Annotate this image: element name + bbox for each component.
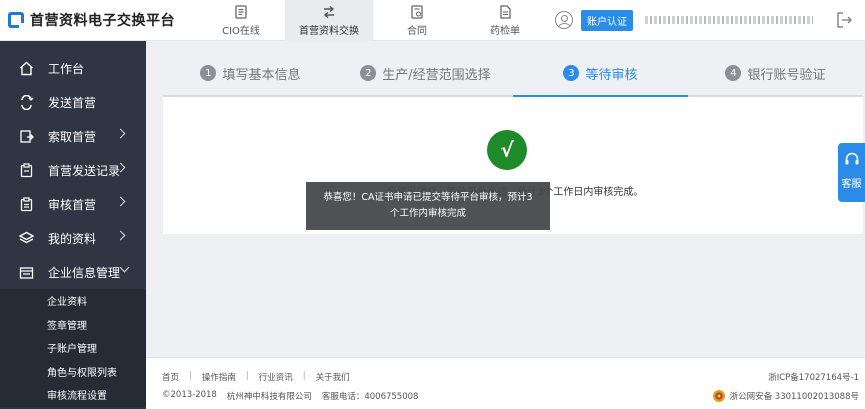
step-number: 2 <box>360 65 377 81</box>
document-icon <box>234 4 248 19</box>
audit-icon <box>18 196 34 212</box>
submenu-item-signature[interactable]: 签章管理 <box>0 313 146 337</box>
chevron-right-icon <box>115 230 126 241</box>
sidebar-item-request[interactable]: 索取首营 <box>0 119 146 153</box>
footer-links: 首页 | 操作指南 | 行业资讯 | 关于我们 <box>162 371 350 383</box>
top-nav: CIO在线 首营资料交换 合同 药检单 <box>197 0 549 41</box>
customer-service-label: 客服 <box>841 179 862 190</box>
footer-link-about[interactable]: 关于我们 <box>316 371 350 383</box>
user-avatar-icon[interactable] <box>555 11 573 29</box>
home-icon <box>18 60 34 76</box>
account-auth-button[interactable]: 账户认证 <box>581 9 633 31</box>
icp-record[interactable]: 浙ICP备17027164号-1 <box>768 371 859 383</box>
logo-text: 首营资料电子交换平台 <box>30 13 175 29</box>
footer: 首页 | 操作指南 | 行业资讯 | 关于我们 ©2013-2018 杭州神中科… <box>146 357 865 409</box>
chevron-down-icon <box>119 262 130 273</box>
submenu-item-roles[interactable]: 角色与权限列表 <box>0 360 146 384</box>
step-number: 3 <box>563 65 580 81</box>
customer-service-tab[interactable]: 客服 <box>838 143 865 202</box>
exchange-arrows-icon <box>322 5 336 19</box>
nav-label: 首营资料交换 <box>299 25 359 37</box>
user-area: 账户认证 <box>555 9 813 31</box>
step-basic-info: 1 填写基本信息 <box>163 51 338 97</box>
nav-contract[interactable]: 合同 <box>373 0 461 41</box>
toast-line: 个工作内审核完成 <box>389 208 466 219</box>
footer-copyright: ©2013-2018 杭州神中科技有限公司 客服电话：4006755008 <box>162 390 418 402</box>
step-label: 等待审核 <box>585 67 638 83</box>
footer-link-home[interactable]: 首页 <box>162 371 179 383</box>
nav-first-exchange[interactable]: 首营资料交换 <box>285 0 373 41</box>
sidebar-item-workbench[interactable]: 工作台 <box>0 51 146 85</box>
footer-separator: | <box>302 371 306 381</box>
logo[interactable]: 首营资料电子交换平台 <box>8 9 175 31</box>
step-scope-select: 2 生产/经营范围选择 <box>338 51 513 97</box>
nav-drug-report[interactable]: 药检单 <box>461 0 549 41</box>
sidebar-item-my-data[interactable]: 我的资料 <box>0 221 146 255</box>
layers-icon <box>18 230 34 246</box>
sidebar-item-send-record[interactable]: 首营发送记录 <box>0 153 146 187</box>
copyright-years: ©2013-2018 <box>162 390 217 400</box>
top-header: 首营资料电子交换平台 CIO在线 首营资料交换 合同 药检单 账户认证 <box>0 0 865 41</box>
enterprise-icon <box>18 264 34 280</box>
company-name: 杭州神中科技有限公司 <box>226 392 312 402</box>
contract-icon <box>410 4 424 19</box>
submenu-item-enterprise-data[interactable]: 企业资料 <box>0 289 146 313</box>
nav-label: 合同 <box>407 25 427 37</box>
sidebar-item-audit[interactable]: 审核首营 <box>0 187 146 221</box>
sidebar-item-label: 首营发送记录 <box>48 163 121 178</box>
sidebar-item-label: 我的资料 <box>48 231 97 246</box>
sidebar-item-label: 发送首营 <box>48 95 97 110</box>
footer-link-guide[interactable]: 操作指南 <box>202 371 236 383</box>
step-label: 银行账号验证 <box>747 67 826 83</box>
sidebar-item-enterprise[interactable]: 企业信息管理 <box>0 255 146 289</box>
step-bank-verify: 4 银行账号验证 <box>688 51 863 97</box>
police-record[interactable]: 浙公网安备 33011002013088号 <box>712 389 859 403</box>
police-record-text: 浙公网安备 33011002013088号 <box>729 392 859 402</box>
submenu-item-audit-flow[interactable]: 审核流程设置 <box>0 383 146 407</box>
logo-mark-icon <box>8 12 25 29</box>
nav-cio-online[interactable]: CIO在线 <box>197 0 285 41</box>
sidebar-item-label: 审核首营 <box>48 197 97 212</box>
step-wait-audit: 3 等待审核 <box>513 51 688 97</box>
request-icon <box>18 128 34 144</box>
headset-icon <box>844 151 860 167</box>
footer-separator: | <box>245 371 249 381</box>
step-indicator: 1 填写基本信息 2 生产/经营范围选择 3 等待审核 4 银行账号验证 <box>163 51 863 97</box>
step-number: 4 <box>725 65 742 81</box>
chevron-right-icon <box>115 128 126 139</box>
report-icon <box>498 4 512 19</box>
record-icon <box>18 162 34 178</box>
toast-line: 恭喜您！CA证书申请已提交等待平台审核，预计3 <box>323 192 533 203</box>
submenu-item-sub-accounts[interactable]: 子账户管理 <box>0 336 146 360</box>
step-label: 生产/经营范围选择 <box>382 67 491 83</box>
sidebar-item-label: 企业信息管理 <box>48 265 121 280</box>
service-phone: 客服电话：4006755008 <box>321 392 419 402</box>
footer-link-news[interactable]: 行业资讯 <box>259 371 293 383</box>
success-check-icon: √ <box>487 130 527 170</box>
user-name-redacted <box>645 16 813 24</box>
chevron-right-icon <box>115 196 126 207</box>
sidebar: 工作台 发送首营 索取首营 首营发送记录 审核首营 我的资料 企业信息管理 企业… <box>0 41 146 409</box>
send-icon <box>18 94 34 110</box>
nav-label: CIO在线 <box>222 25 260 37</box>
toast-message: 恭喜您！CA证书申请已提交等待平台审核，预计3 个工作内审核完成 <box>306 182 550 230</box>
enterprise-submenu: 企业资料 签章管理 子账户管理 角色与权限列表 审核流程设置 <box>0 289 146 407</box>
step-number: 1 <box>200 65 217 81</box>
sidebar-item-send[interactable]: 发送首营 <box>0 85 146 119</box>
police-badge-icon <box>712 389 726 403</box>
sidebar-item-label: 工作台 <box>48 61 85 76</box>
nav-label: 药检单 <box>490 25 520 37</box>
sidebar-item-label: 索取首营 <box>48 129 97 144</box>
footer-separator: | <box>189 371 192 381</box>
logout-icon[interactable] <box>836 11 854 29</box>
step-label: 填写基本信息 <box>222 67 301 83</box>
